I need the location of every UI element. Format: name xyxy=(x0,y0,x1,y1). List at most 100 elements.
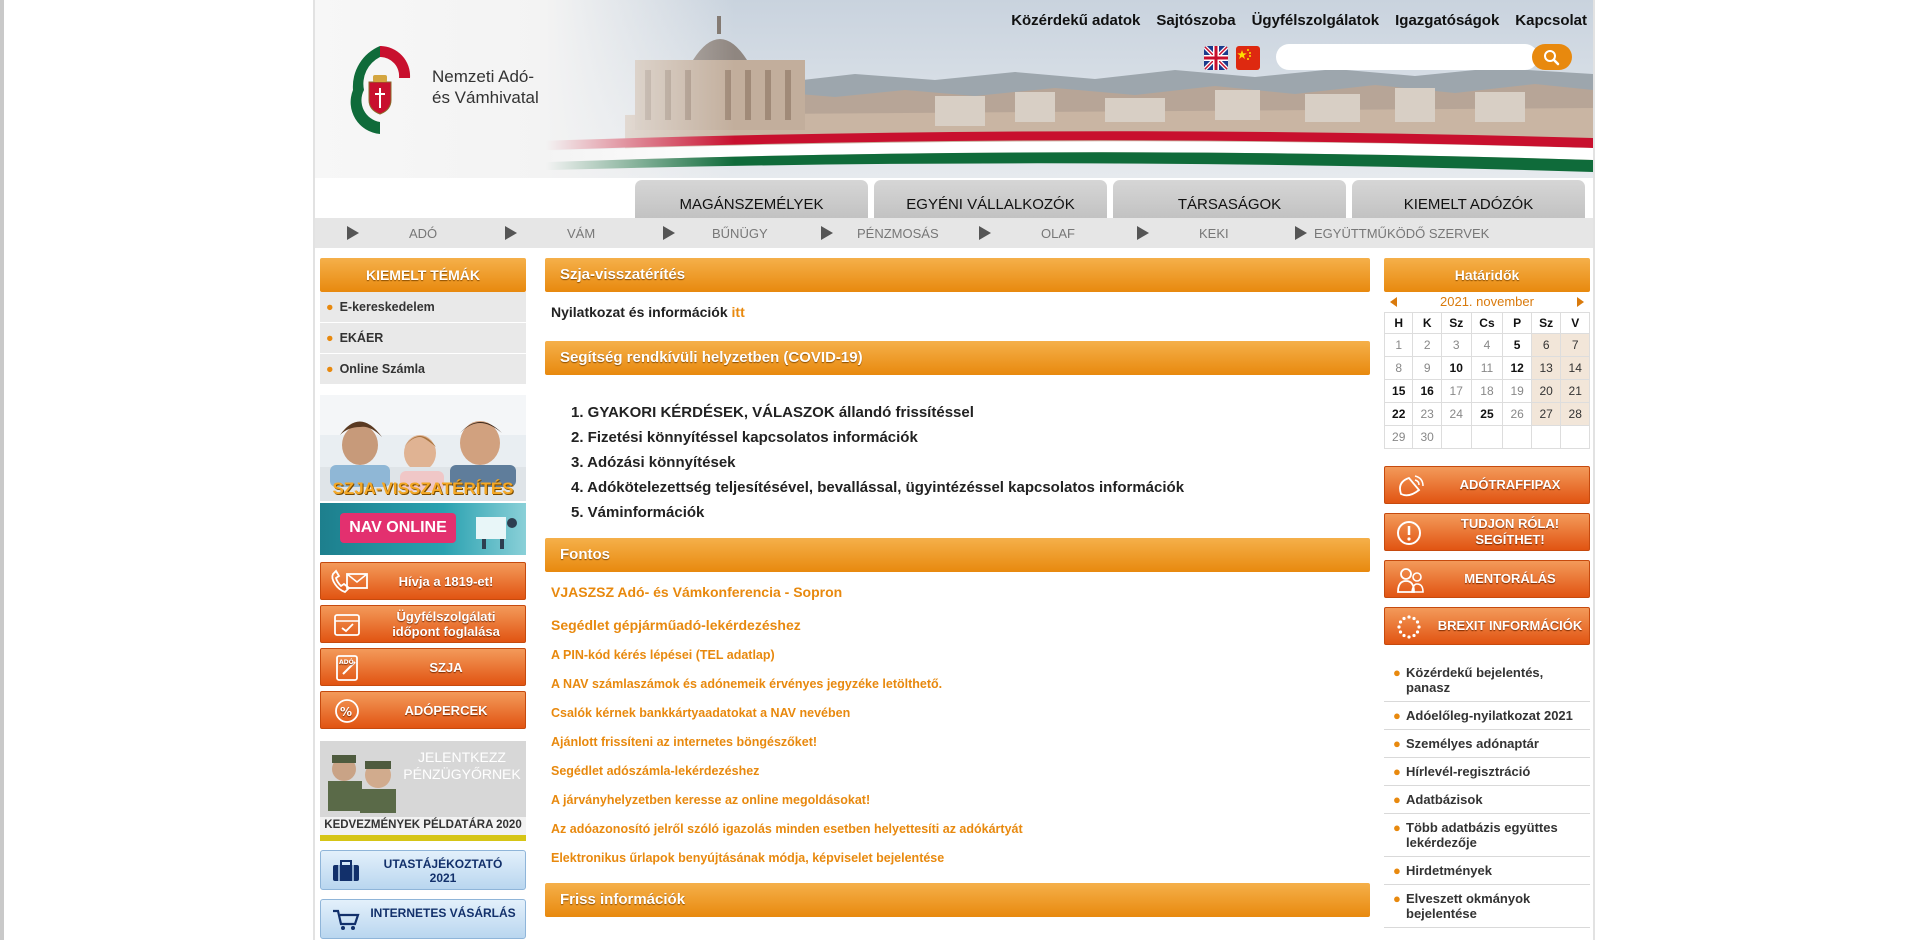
nav-online-label: NAV ONLINE xyxy=(340,513,456,543)
subnav-bunugy[interactable]: BŰNÜGY xyxy=(712,218,768,248)
list-item[interactable]: 3. Adózási könnyítések xyxy=(571,450,1370,475)
calendar-deadline-day[interactable]: 5 xyxy=(1502,333,1532,357)
quick-link-label: Adatbázisok xyxy=(1406,792,1483,807)
fontos-link[interactable]: A járványhelyzetben keresse az online me… xyxy=(551,793,1370,822)
calendar-prev-icon[interactable] xyxy=(1390,297,1397,307)
quick-link-adonaptar[interactable]: ● Személyes adónaptár xyxy=(1384,730,1590,758)
calendar-day: 11 xyxy=(1470,356,1504,380)
utastajekoztato-button[interactable]: UTASTÁJÉKOZTATÓ 2021 xyxy=(320,850,526,890)
top-link-kapcsolat[interactable]: Kapcsolat xyxy=(1515,12,1587,29)
fontos-link[interactable]: Segédlet adószámla-lekérdezéshez xyxy=(551,764,1370,793)
quick-link-label: Több adatbázis együttes lekérdezője xyxy=(1406,820,1558,850)
tab-tarsasagok[interactable]: TÁRSASÁGOK xyxy=(1113,180,1346,218)
fontos-link[interactable]: Elektronikus űrlapok benyújtásának módja… xyxy=(551,851,1370,880)
fontos-link[interactable]: Segédlet gépjárműadó-lekérdezéshez xyxy=(551,617,1370,648)
calendar-deadline-day[interactable]: 16 xyxy=(1412,379,1442,403)
list-item[interactable]: 2. Fizetési könnyítéssel kapcsolatos inf… xyxy=(571,425,1370,450)
button-label: INTERNETES VÁSÁRLÁS xyxy=(370,906,516,920)
calendar-deadline-day[interactable]: 25 xyxy=(1470,402,1504,426)
uk-flag-icon[interactable] xyxy=(1204,46,1228,70)
brexit-button[interactable]: BREXIT INFORMÁCIÓK xyxy=(1384,607,1590,645)
mentoralas-button[interactable]: MENTORÁLÁS xyxy=(1384,560,1590,598)
calendar-weekday: P xyxy=(1502,312,1532,334)
adotraffipax-button[interactable]: ADÓTRAFFIPAX xyxy=(1384,466,1590,504)
tab-kiemelt-adozok[interactable]: KIEMELT ADÓZÓK xyxy=(1352,180,1585,218)
quick-link-adatbazisok[interactable]: ● Adatbázisok xyxy=(1384,786,1590,814)
top-link-kozerdeku[interactable]: Közérdekű adatok xyxy=(1011,12,1140,29)
button-label: BREXIT INFORMÁCIÓK xyxy=(1437,618,1583,633)
search-input[interactable] xyxy=(1276,44,1536,70)
tudjon-rola-button[interactable]: TUDJON RÓLA! SEGÍTHET! xyxy=(1384,513,1590,551)
szja-visszateritiés-banner[interactable]: SZJA-VISSZATÉRÍTÉS xyxy=(320,395,526,501)
subnav-olaf[interactable]: OLAF xyxy=(1041,218,1075,248)
right-gutter xyxy=(1593,0,1907,940)
calendar-day: 3 xyxy=(1440,333,1472,357)
calendar-deadline-day[interactable]: 15 xyxy=(1383,379,1414,403)
subnav-keki[interactable]: KEKI xyxy=(1199,218,1229,248)
calendar-weekday: Sz xyxy=(1440,312,1472,334)
calendar-next-icon[interactable] xyxy=(1577,297,1584,307)
fontos-link[interactable]: Csalók kérnek bankkártyaadatokat a NAV n… xyxy=(551,706,1370,735)
org-name-line2: és Vámhivatal xyxy=(432,88,539,107)
fontos-link[interactable]: Az adóazonosító jelről szóló igazolás mi… xyxy=(551,822,1370,851)
kiemelt-temak-heading: KIEMELT TÉMÁK xyxy=(320,258,526,292)
list-item[interactable]: 5. Váminformációk xyxy=(571,500,1370,525)
calendar-day: 9 xyxy=(1412,356,1442,380)
sidebar-item-online-szamla[interactable]: ● Online Számla xyxy=(320,354,526,385)
sidebar-item-ekereskedelem[interactable]: ● E-kereskedelem xyxy=(320,292,526,323)
subnav-egyuttmukodo[interactable]: EGYÜTTMŰKÖDŐ SZERVEK xyxy=(1314,218,1489,248)
button-label: Ügyfélszolgálati időpont foglalása xyxy=(392,609,500,639)
nav-online-banner[interactable]: NAV ONLINE xyxy=(320,503,526,555)
penzugyor-recruit-banner[interactable]: JELENTKEZZ PÉNZÜGYŐRNEK KEDVEZMÉNYEK PÉL… xyxy=(320,741,526,841)
bullet-icon: ● xyxy=(326,331,334,345)
subnav-ado[interactable]: ADÓ xyxy=(409,218,437,248)
tab-egyeni-vallalkozok[interactable]: EGYÉNI VÁLLALKOZÓK xyxy=(874,180,1107,218)
subnav-vam[interactable]: VÁM xyxy=(567,218,595,248)
tax-form-icon: ADÓ xyxy=(336,655,358,681)
list-item[interactable]: 4. Adókötelezettség teljesítésével, beva… xyxy=(571,475,1370,500)
top-link-ugyfelszolgalatok[interactable]: Ügyfélszolgálatok xyxy=(1252,12,1380,29)
quick-link-tobb-adatbazis[interactable]: ● Több adatbázis együttes lekérdezője xyxy=(1384,814,1590,857)
sidebar-item-ekaer[interactable]: ● EKÁER xyxy=(320,323,526,354)
nyilatkozat-link[interactable]: itt xyxy=(732,304,745,320)
quick-link-elveszett-okmanyok[interactable]: ● Elveszett okmányok bejelentése xyxy=(1384,885,1590,928)
calendar-week-row: 15 16 17 18 19 20 21 xyxy=(1383,379,1590,403)
calendar-deadline-day[interactable]: 22 xyxy=(1383,402,1414,426)
calendar-deadline-day[interactable]: 12 xyxy=(1502,356,1532,380)
calendar-day: 29 xyxy=(1383,425,1414,449)
nav-logo-icon[interactable] xyxy=(347,42,413,138)
bullet-icon: ● xyxy=(1393,792,1401,807)
button-label: ADÓPERCEK xyxy=(404,702,488,718)
szja-button[interactable]: ADÓ SZJA xyxy=(320,648,526,686)
adopercek-button[interactable]: % ADÓPERCEK xyxy=(320,691,526,729)
search-button[interactable] xyxy=(1532,44,1572,70)
fontos-link[interactable]: VJASZSZ Adó- és Vámkonferencia - Sopron xyxy=(551,584,1370,617)
china-flag-icon[interactable] xyxy=(1236,46,1260,70)
quick-link-adoeloleg[interactable]: ● Adóelőleg-nyilatkozat 2021 xyxy=(1384,702,1590,730)
calendar-day: 27 xyxy=(1530,402,1562,426)
subnav-penzmosas[interactable]: PÉNZMOSÁS xyxy=(857,218,939,248)
button-label: UTASTÁJÉKOZTATÓ 2021 xyxy=(383,857,503,885)
internetes-vasarlas-button[interactable]: INTERNETES VÁSÁRLÁS xyxy=(320,899,526,939)
top-link-igazgatosagok[interactable]: Igazgatóságok xyxy=(1395,12,1499,29)
tab-maganszemelyek[interactable]: MAGÁNSZEMÉLYEK xyxy=(635,180,868,218)
calendar-day: 4 xyxy=(1470,333,1504,357)
quick-link-kozerdeku-bejelentes[interactable]: ● Közérdekű bejelentés, panasz xyxy=(1384,659,1590,702)
appointment-button[interactable]: Ügyfélszolgálati időpont foglalása xyxy=(320,605,526,643)
bullet-icon: ● xyxy=(1393,708,1401,723)
calendar-weekday: Cs xyxy=(1470,312,1504,334)
recruit-line2: PÉNZÜGYŐRNEK xyxy=(403,766,521,782)
header: Nemzeti Adó- és Vámhivatal Közérdekű ada… xyxy=(315,0,1593,178)
list-item[interactable]: 1. GYAKORI KÉRDÉSEK, VÁLASZOK állandó fr… xyxy=(571,400,1370,425)
fontos-link[interactable]: A PIN-kód kérés lépései (TEL adatlap) xyxy=(551,648,1370,677)
top-link-sajtoszoba[interactable]: Sajtószoba xyxy=(1156,12,1235,29)
quick-link-hirdetmenyek[interactable]: ● Hirdetmények xyxy=(1384,857,1590,885)
quick-link-hirlevel[interactable]: ● Hírlevél-regisztráció xyxy=(1384,758,1590,786)
fontos-link[interactable]: Ajánlott frissíteni az internetes böngés… xyxy=(551,735,1370,764)
button-label: SZJA xyxy=(429,659,463,675)
call-1819-button[interactable]: Hívja a 1819-et! xyxy=(320,562,526,600)
tax-form-icon-label: ADÓ xyxy=(339,659,354,666)
calendar-empty-cell xyxy=(1470,425,1504,449)
calendar-deadline-day[interactable]: 10 xyxy=(1440,356,1472,380)
fontos-link[interactable]: A NAV számlaszámok és adónemeik érvényes… xyxy=(551,677,1370,706)
